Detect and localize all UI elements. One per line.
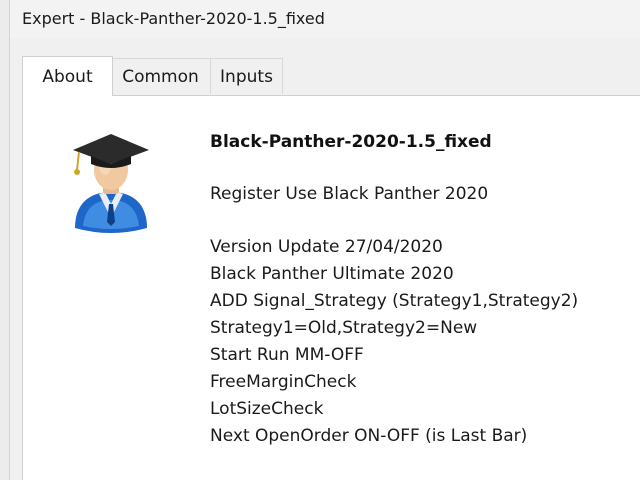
tab-inputs-label: Inputs bbox=[220, 66, 273, 87]
description-line: LotSizeCheck bbox=[210, 399, 324, 419]
about-panel: Black-Panther-2020-1.5_fixed Register Us… bbox=[22, 95, 640, 480]
description-line: Strategy1=Old,Strategy2=New bbox=[210, 318, 478, 338]
tab-about[interactable]: About bbox=[22, 56, 113, 96]
tab-inputs[interactable]: Inputs bbox=[210, 58, 283, 94]
description-block: Version Update 27/04/2020 Black Panther … bbox=[210, 234, 578, 450]
tab-common[interactable]: Common bbox=[110, 58, 211, 94]
description-line: Start Run MM-OFF bbox=[210, 345, 364, 365]
description-line: Next OpenOrder ON-OFF (is Last Bar) bbox=[210, 426, 528, 446]
tab-strip: About Common Inputs bbox=[10, 38, 640, 96]
expert-properties-dialog: Expert - Black-Panther-2020-1.5_fixed Ab… bbox=[10, 0, 640, 480]
description-line: Version Update 27/04/2020 bbox=[210, 237, 443, 257]
description-line: Black Panther Ultimate 2020 bbox=[210, 264, 454, 284]
register-text: Register Use Black Panther 2020 bbox=[210, 184, 489, 204]
title-bar[interactable]: Expert - Black-Panther-2020-1.5_fixed bbox=[10, 0, 640, 38]
description-line: ADD Signal_Strategy (Strategy1,Strategy2… bbox=[210, 291, 579, 311]
window-title: Expert - Black-Panther-2020-1.5_fixed bbox=[22, 9, 325, 28]
tab-about-label: About bbox=[42, 66, 93, 87]
expert-name: Black-Panther-2020-1.5_fixed bbox=[210, 132, 492, 152]
graduate-user-icon bbox=[73, 134, 149, 233]
background-window-edge bbox=[0, 0, 10, 480]
tab-common-label: Common bbox=[122, 66, 199, 87]
description-line: FreeMarginCheck bbox=[210, 372, 357, 392]
